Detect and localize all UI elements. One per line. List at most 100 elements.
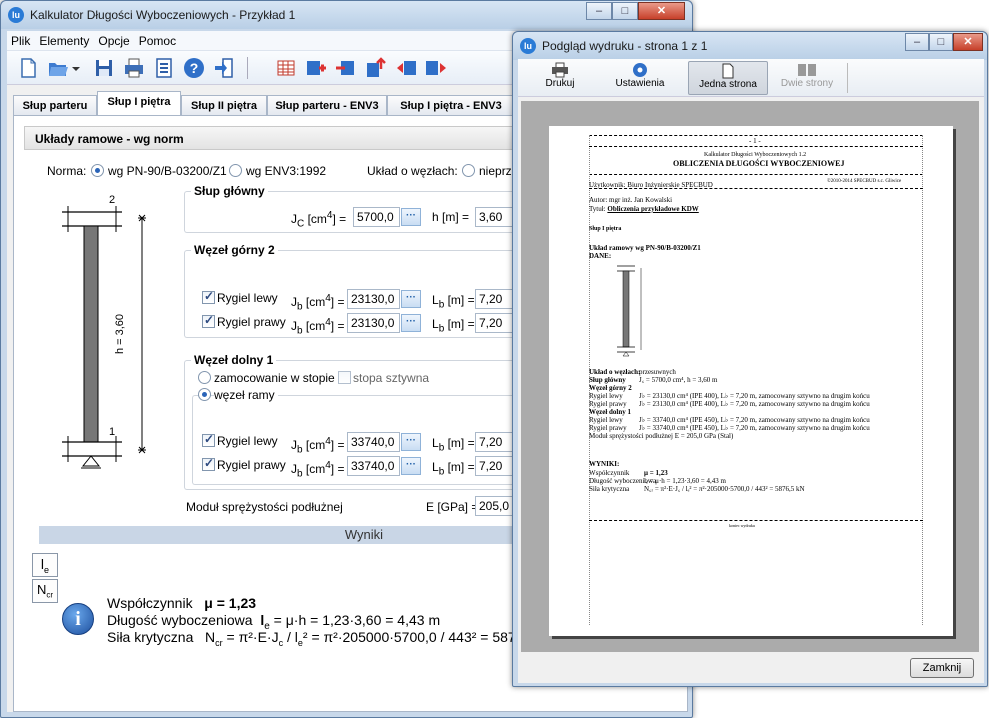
node-top-label: 2 [109,194,116,206]
page-res-0: Współczynnik μ = 1,23 [589,469,668,477]
preview-toolbar-separator [847,63,848,93]
gorny-lewy-jb-label: Jb [cm4] = [291,293,345,313]
maximize-button[interactable]: □ [612,2,638,20]
preview-titlebar[interactable]: lu Podgląd wydruku - strona 1 z 1 – □ ✕ [513,32,987,60]
norma-env3-label[interactable]: wg ENV3:1992 [246,164,326,178]
page-row-2: Węzeł górny 2 [589,384,632,392]
printed-page: - 1 - Kalkulator Długości Wyboczeniowych… [549,126,953,636]
menu-plik[interactable]: Plik [7,31,35,48]
wezel-ramy-radio[interactable] [198,388,211,401]
tab-slup-parteru[interactable]: Słup parteru [13,95,97,115]
show-ncr-button[interactable]: Ncr [32,579,58,603]
dolny-rygiel-prawy-checkbox[interactable] [202,456,215,471]
app-icon: lu [8,7,24,23]
gorny-lewy-jb-input[interactable]: 23130,0 [347,289,400,309]
main-titlebar[interactable]: lu Kalkulator Długości Wyboczeniowych - … [1,1,692,29]
norma-env3-radio[interactable] [229,164,242,177]
page-app-name: Kalkulator Długości Wyboczeniowych 1.2 [704,152,807,158]
new-file-icon[interactable] [17,57,39,79]
gorny-lewy-lb-label: Lb [m] = [432,293,475,311]
two-pages-button[interactable]: Dwie strony [772,61,842,95]
preview-close-button[interactable]: ✕ [953,33,983,51]
dolny-rygiel-prawy-label[interactable]: Rygiel prawy [217,458,286,472]
dolny-rygiel-lewy-label[interactable]: Rygiel lewy [217,434,278,448]
menu-elementy[interactable]: Elementy [35,31,94,48]
one-page-button[interactable]: Jedna strona [688,61,768,95]
gorny-prawy-jb-input[interactable]: 23130,0 [347,313,400,333]
add-element-icon[interactable] [305,57,327,79]
stopa-sztywna-label[interactable]: stopa sztywna [353,371,429,385]
help-icon[interactable]: ? [183,57,205,79]
settings-icon [633,63,647,77]
move-left-icon[interactable] [395,57,417,79]
node-bottom-label: 1 [109,426,116,438]
gorny-lewy-jb-browse-button[interactable]: ··· [401,290,421,308]
print-icon[interactable] [123,57,145,79]
jc-input[interactable]: 5700,0 [353,207,400,227]
table-icon[interactable] [275,57,297,79]
tab-slup-i-pietra-env3[interactable]: Słup I piętra - ENV3 [387,95,515,115]
dropdown-arrow-icon[interactable] [71,57,81,79]
page-row-6: Rygiel lewy J♭ = 33740,0 cm⁴ (IPE 450), L… [589,416,870,424]
gorny-rygiel-prawy-checkbox[interactable] [202,313,215,328]
gorny-rygiel-lewy-checkbox[interactable] [202,289,215,304]
page-column-diagram [611,262,651,362]
preview-maximize-button[interactable]: □ [929,33,953,51]
print-preview-icon[interactable] [153,57,175,79]
settings-button[interactable]: Ustawienia [608,61,672,95]
dolny-lewy-jb-input[interactable]: 33740,0 [347,432,400,452]
close-button[interactable]: ✕ [638,2,685,20]
gorny-prawy-jb-browse-button[interactable]: ··· [401,314,421,332]
exit-icon[interactable] [213,57,235,79]
print-button[interactable]: Drukuj [528,61,592,95]
move-right-icon[interactable] [425,57,447,79]
main-window-title: Kalkulator Długości Wyboczeniowych - Prz… [30,8,296,22]
zamocowanie-label[interactable]: zamocowanie w stopie [214,371,335,385]
open-folder-icon[interactable] [47,57,69,79]
page-sep1 [589,146,923,147]
minimize-button[interactable]: – [586,2,612,20]
gorny-prawy-lb-label: Lb [m] = [432,317,475,335]
show-le-button[interactable]: le [32,553,58,577]
menu-pomoc[interactable]: Pomoc [135,31,181,48]
jc-browse-button[interactable]: ··· [401,208,421,226]
uklad-nieprzesuwny-radio[interactable] [462,164,475,177]
dolny-prawy-jb-browse-button[interactable]: ··· [401,457,421,475]
svg-text:?: ? [190,60,199,76]
uklad-label: Układ o węzłach: [367,164,458,178]
preview-toolbar: Drukuj Ustawienia Jedna strona Dwie stro… [518,59,984,97]
info-icon: i [62,603,94,635]
zamocowanie-radio[interactable] [198,371,211,384]
height-dimension-label: h = 3,60 [114,313,127,355]
page-res-1: Długość wyboczeniowalₑ = μ·h = 1,23·3,60… [589,477,726,485]
page-res-2: Siła krytyczna N꜀ᵣ = π²·E·J꜀ / lₑ² = π²·2… [589,485,805,493]
close-preview-button[interactable]: Zamknij [910,658,974,678]
dolny-lewy-jb-browse-button[interactable]: ··· [401,433,421,451]
preview-client: Drukuj Ustawienia Jedna strona Dwie stro… [518,59,984,683]
preview-minimize-button[interactable]: – [905,33,929,51]
tab-slup-parteru-env3[interactable]: Słup parteru - ENV3 [267,95,387,115]
column-diagram: 2 1 h = 3,60 [54,194,154,494]
tab-slup-i-pietra[interactable]: Słup I piętra [97,91,181,116]
gorny-rygiel-prawy-label[interactable]: Rygiel prawy [217,315,286,329]
page-dane: DANE: [589,252,612,260]
page-end-line [589,520,923,521]
preview-app-icon: lu [520,38,536,54]
wezel-ramy-label[interactable]: węzeł ramy [214,388,278,402]
norma-pn-radio[interactable] [91,164,104,177]
save-icon[interactable] [93,57,115,79]
stopa-sztywna-checkbox[interactable] [338,371,351,384]
remove-element-icon[interactable] [335,57,357,79]
copy-element-icon[interactable] [365,57,387,79]
toolbar-separator [247,57,248,79]
tab-slup-ii-pietra[interactable]: Słup II piętra [181,95,267,115]
menu-opcje[interactable]: Opcje [94,31,134,48]
norma-pn-label[interactable]: wg PN-90/B-03200/Z1 [108,164,227,178]
page-dane-rows: Układ o węzłach:przesuwnych Słup główny J… [589,368,949,440]
page-row-7: Rygiel prawy J♭ = 33740,0 cm⁴ (IPE 450), … [589,424,870,432]
dolny-prawy-jb-input[interactable]: 33740,0 [347,456,400,476]
dolny-rygiel-lewy-checkbox[interactable] [202,432,215,447]
page-row-1: Słup główny J꜀ = 5700,0 cm⁴, h = 3,60 m [589,376,718,384]
page-wyniki: WYNIKI: [589,460,620,468]
gorny-rygiel-lewy-label[interactable]: Rygiel lewy [217,291,278,305]
